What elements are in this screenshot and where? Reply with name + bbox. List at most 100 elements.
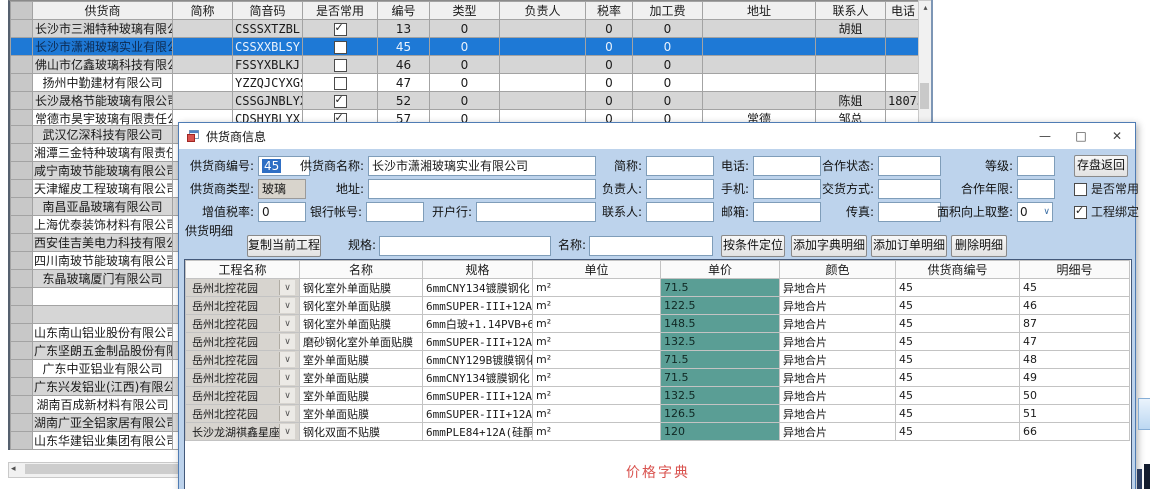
column-header[interactable]: 地址: [703, 2, 816, 20]
detail-no-cell[interactable]: 51: [1020, 405, 1130, 423]
unit-price-cell[interactable]: 71.5: [661, 279, 780, 297]
product-name-cell[interactable]: 室外单面贴膜: [300, 405, 423, 423]
column-header[interactable]: 负责人: [500, 2, 586, 20]
detail-row[interactable]: 岳州北控花园 ∨ 室外单面贴膜 6mmCNY134镀膜钢化 m² 71.5 异地…: [186, 369, 1130, 387]
detail-no-cell[interactable]: 48: [1020, 351, 1130, 369]
supplier-name-input[interactable]: 长沙市潇湘玻璃实业有限公司: [368, 156, 596, 176]
column-header[interactable]: 是否常用: [303, 2, 378, 20]
supplier-name-cell[interactable]: 湘潭三金特种玻璃有限责任公司: [33, 144, 173, 162]
chevron-down-icon[interactable]: ∨: [279, 316, 295, 331]
spec-cell[interactable]: 6mmCNY134镀膜钢化: [423, 279, 533, 297]
detail-no-cell[interactable]: 87: [1020, 315, 1130, 333]
column-header[interactable]: 供货商编号: [896, 261, 1020, 279]
supplier-name-cell[interactable]: 山东华建铝业集团有限公司: [33, 432, 173, 450]
supplier-no-cell[interactable]: 45: [896, 387, 1020, 405]
phone-input[interactable]: [753, 156, 821, 176]
type-cell[interactable]: 0: [430, 92, 500, 110]
id-cell[interactable]: 47: [378, 74, 430, 92]
save-return-button[interactable]: 存盘返回: [1074, 155, 1128, 177]
row-selector[interactable]: [11, 360, 33, 378]
row-selector[interactable]: [11, 180, 33, 198]
code-cell[interactable]: CSSGJNBLYXGS: [233, 92, 303, 110]
row-selector[interactable]: [11, 378, 33, 396]
unit-price-cell[interactable]: 122.5: [661, 297, 780, 315]
detail-no-cell[interactable]: 47: [1020, 333, 1130, 351]
coop-status-input[interactable]: [878, 156, 941, 176]
supplier-name-cell[interactable]: [33, 306, 173, 324]
contact-cell[interactable]: 胡姐: [816, 20, 886, 38]
fee-cell[interactable]: 0: [633, 38, 703, 56]
phone-cell[interactable]: [886, 38, 921, 56]
maximize-button[interactable]: □: [1063, 123, 1099, 149]
supplier-row[interactable]: [11, 306, 189, 324]
supplier-name-cell[interactable]: 长沙市潇湘玻璃实业有限公司: [33, 38, 173, 56]
supplier-row[interactable]: 湘潭三金特种玻璃有限责任公司: [11, 144, 189, 162]
row-selector[interactable]: [11, 126, 33, 144]
common-use-cell[interactable]: [303, 20, 378, 38]
row-selector[interactable]: [11, 38, 33, 56]
row-selector[interactable]: [11, 288, 33, 306]
row-selector[interactable]: [11, 252, 33, 270]
column-header[interactable]: 类型: [430, 2, 500, 20]
supplier-no-cell[interactable]: 45: [896, 279, 1020, 297]
product-name-cell[interactable]: 室外单面贴膜: [300, 387, 423, 405]
unit-price-cell[interactable]: 120: [661, 423, 780, 441]
add-order-detail-button[interactable]: 添加订单明细: [871, 235, 947, 257]
id-cell[interactable]: 13: [378, 20, 430, 38]
abbr-cell[interactable]: [173, 20, 233, 38]
code-cell[interactable]: CSSXXBLSY...: [233, 38, 303, 56]
color-cell[interactable]: 异地合片: [780, 405, 896, 423]
supplier-name-cell[interactable]: 东晶玻璃厦门有限公司: [33, 270, 173, 288]
supplier-no-cell[interactable]: 45: [896, 315, 1020, 333]
supplier-name-cell[interactable]: [33, 288, 173, 306]
project-cell[interactable]: 岳州北控花园 ∨: [186, 405, 300, 423]
detail-no-cell[interactable]: 50: [1020, 387, 1130, 405]
row-selector[interactable]: [11, 432, 33, 450]
supplier-name-cell[interactable]: 咸宁南玻节能玻璃有限公司: [33, 162, 173, 180]
spec-filter-input[interactable]: [379, 236, 551, 256]
supplier-row[interactable]: 武汉亿深科技有限公司: [11, 126, 189, 144]
phone-cell[interactable]: 180751: [886, 92, 921, 110]
common-use-checkbox[interactable]: [1074, 183, 1087, 196]
chevron-down-icon[interactable]: ∨: [279, 370, 295, 385]
detail-row[interactable]: 岳州北控花园 ∨ 室外单面贴膜 6mmSUPER-III+12A(硅... m²…: [186, 387, 1130, 405]
column-header[interactable]: 明细号: [1020, 261, 1130, 279]
supplier-row[interactable]: 山东南山铝业股份有限公司: [11, 324, 189, 342]
address-input[interactable]: [368, 179, 596, 199]
address-cell[interactable]: [703, 20, 816, 38]
supplier-row[interactable]: 咸宁南玻节能玻璃有限公司: [11, 162, 189, 180]
fee-cell[interactable]: 0: [633, 56, 703, 74]
product-name-cell[interactable]: 室外单面贴膜: [300, 369, 423, 387]
product-name-cell[interactable]: 钢化双面不贴膜: [300, 423, 423, 441]
tax-cell[interactable]: 0: [586, 20, 633, 38]
address-cell[interactable]: [703, 56, 816, 74]
coop-years-input[interactable]: [1017, 179, 1055, 199]
row-selector[interactable]: [11, 198, 33, 216]
product-name-cell[interactable]: 钢化室外单面贴膜: [300, 279, 423, 297]
detail-row[interactable]: 长沙龙湖祺鑫星座 ∨ 钢化双面不贴膜 6mmPLE84+12A(硅酮胶... m…: [186, 423, 1130, 441]
manager-cell[interactable]: [500, 74, 586, 92]
spec-cell[interactable]: 6mmSUPER-III+12A(硅...: [423, 333, 533, 351]
detail-row[interactable]: 岳州北控花园 ∨ 钢化室外单面贴膜 6mmSUPER-III+12A(硅... …: [186, 297, 1130, 315]
detail-row[interactable]: 岳州北控花园 ∨ 钢化室外单面贴膜 6mmCNY134镀膜钢化 m² 71.5 …: [186, 279, 1130, 297]
supplier-row[interactable]: 四川南玻节能玻璃有限公司: [11, 252, 189, 270]
supplier-name-cell[interactable]: 广东兴发铝业(江西)有限公司: [33, 378, 173, 396]
supplier-name-cell[interactable]: 湖南广亚全铝家居有限公司: [33, 414, 173, 432]
type-cell[interactable]: 0: [430, 74, 500, 92]
unit-price-cell[interactable]: 132.5: [661, 333, 780, 351]
supplier-row[interactable]: 南昌亚晶玻璃有限公司: [11, 198, 189, 216]
product-name-cell[interactable]: 室外单面贴膜: [300, 351, 423, 369]
chevron-down-icon[interactable]: ∨: [279, 352, 295, 367]
column-header[interactable]: 电话: [886, 2, 921, 20]
fee-cell[interactable]: 0: [633, 92, 703, 110]
supplier-name-cell[interactable]: 长沙晟格节能玻璃有限公司: [33, 92, 173, 110]
row-selector[interactable]: [11, 56, 33, 74]
contact-cell[interactable]: 陈姐: [816, 92, 886, 110]
tax-cell[interactable]: 0: [586, 74, 633, 92]
supplier-row[interactable]: 湖南广亚全铝家居有限公司: [11, 414, 189, 432]
supplier-row[interactable]: 广东坚朗五金制品股份有限公司: [11, 342, 189, 360]
phone-cell[interactable]: [886, 20, 921, 38]
contact-cell[interactable]: [816, 74, 886, 92]
row-selector[interactable]: [11, 234, 33, 252]
scrollbar-thumb[interactable]: [920, 83, 929, 109]
